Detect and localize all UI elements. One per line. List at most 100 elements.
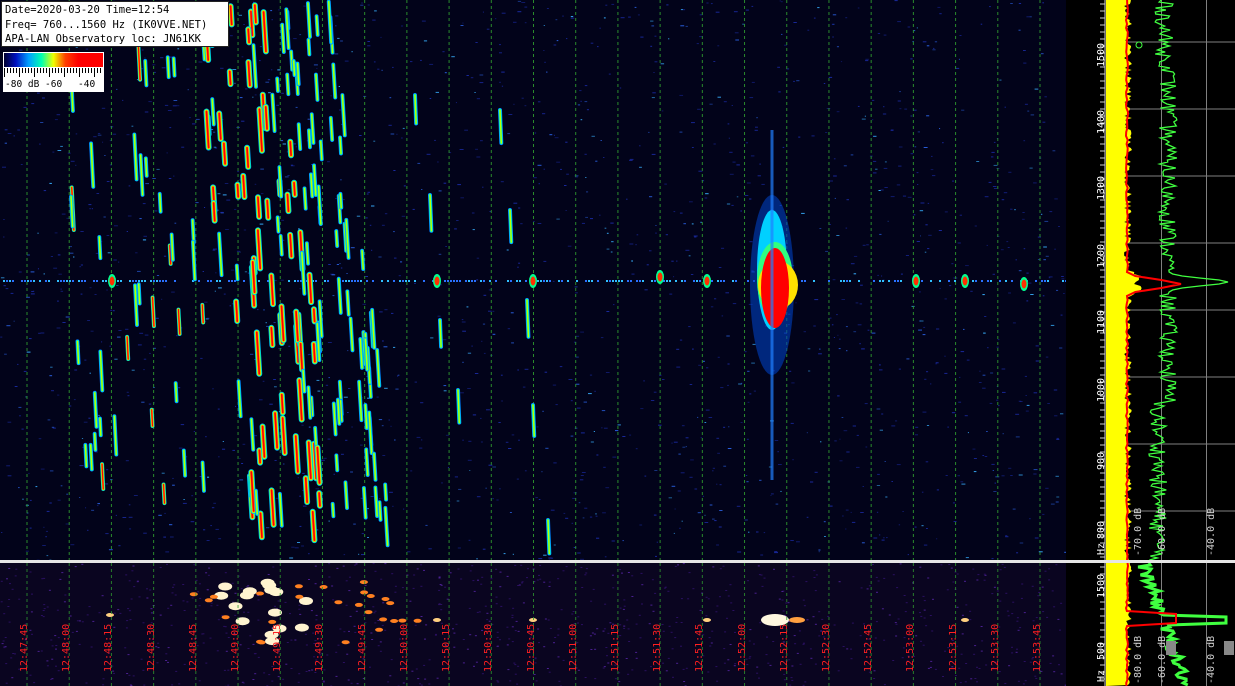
noise-speck: [640, 408, 644, 410]
noise-speck: [586, 109, 589, 111]
noise-speck: [878, 190, 881, 191]
noise-speck: [343, 396, 348, 398]
overview-noise: [1, 643, 4, 645]
overview-noise: [557, 656, 560, 658]
overview-noise: [1035, 617, 1038, 619]
overview-noise: [730, 602, 733, 604]
overview-noise: [132, 565, 135, 567]
overview-noise: [207, 574, 210, 576]
noise-speck: [845, 528, 847, 530]
noise-speck: [276, 104, 280, 106]
noise-speck: [145, 183, 149, 185]
overview-noise: [420, 585, 423, 587]
noise-speck: [841, 299, 845, 300]
noise-speck: [1022, 218, 1025, 220]
noise-speck: [394, 257, 397, 259]
noise-speck: [204, 301, 208, 303]
noise-speck: [153, 387, 155, 388]
overview-noise: [29, 674, 32, 676]
noise-speck: [518, 207, 521, 209]
overview-noise: [539, 565, 542, 566]
noise-speck: [118, 261, 120, 263]
noise-speck: [505, 441, 509, 443]
carrier-dot: [234, 280, 236, 282]
noise-speck: [877, 33, 881, 34]
noise-speck: [106, 235, 110, 236]
noise-speck: [66, 493, 68, 495]
noise-speck: [639, 166, 642, 168]
overview-noise: [716, 680, 719, 682]
overview-noise: [1060, 602, 1063, 604]
noise-speck: [241, 463, 244, 464]
noise-speck: [37, 92, 40, 94]
noise-speck: [966, 359, 970, 361]
noise-speck: [1001, 475, 1005, 477]
carrier-dot: [813, 280, 815, 282]
noise-speck: [864, 115, 866, 117]
noise-speck: [814, 471, 818, 473]
overview-noise: [257, 656, 260, 658]
noise-speck: [168, 178, 172, 179]
overview-noise: [557, 634, 560, 636]
overview-noise: [787, 602, 790, 604]
overview-noise: [0, 601, 3, 603]
noise-speck: [190, 521, 195, 523]
noise-speck: [328, 264, 331, 265]
overview-noise: [372, 606, 375, 608]
noise-speck: [916, 241, 920, 242]
noise-speck: [688, 326, 691, 328]
noise-speck: [873, 172, 877, 174]
noise-speck: [492, 333, 496, 335]
overview-noise: [1005, 592, 1008, 594]
noise-speck: [488, 464, 493, 466]
overview-noise: [925, 625, 928, 627]
noise-speck: [217, 193, 221, 195]
noise-speck: [910, 115, 913, 117]
overview-noise: [602, 630, 605, 632]
overview-noise: [619, 569, 622, 571]
noise-speck: [1033, 469, 1038, 471]
noise-speck: [673, 276, 675, 278]
noise-speck: [367, 4, 370, 6]
overview-noise: [8, 599, 11, 600]
frequency-label: 1200: [1096, 243, 1107, 268]
overview-noise: [196, 609, 199, 611]
noise-speck: [682, 9, 686, 11]
overview-noise: [756, 666, 759, 668]
noise-speck: [73, 256, 75, 258]
noise-speck: [293, 143, 296, 145]
overview-noise: [993, 586, 996, 588]
streak-mark: [307, 39, 311, 56]
noise-speck: [939, 13, 942, 15]
carrier-dot: [549, 280, 551, 282]
noise-speck: [891, 425, 896, 427]
overview-noise: [245, 586, 248, 588]
overview-noise: [758, 677, 760, 679]
overview-noise: [5, 663, 8, 665]
overview-noise: [14, 575, 17, 577]
noise-speck: [70, 544, 75, 546]
noise-speck: [884, 461, 886, 462]
noise-speck: [462, 439, 464, 441]
noise-speck: [843, 430, 848, 432]
noise-speck: [836, 111, 840, 113]
noise-speck: [720, 387, 724, 389]
noise-speck: [1042, 295, 1045, 297]
streak-mark: [236, 183, 240, 198]
noise-speck: [336, 264, 339, 265]
noise-speck: [270, 69, 273, 71]
carrier-dot: [981, 280, 983, 282]
overview-noise: [469, 634, 472, 636]
noise-speck: [845, 17, 848, 19]
noise-speck: [546, 71, 548, 73]
overview-noise: [593, 633, 596, 635]
noise-speck: [445, 434, 449, 436]
noise-speck: [0, 277, 5, 279]
carrier-dot: [990, 280, 992, 282]
carrier-dot: [141, 280, 143, 282]
noise-speck: [606, 248, 610, 250]
overview-noise: [558, 680, 561, 682]
noise-speck: [28, 338, 32, 340]
noise-speck: [114, 358, 118, 360]
noise-speck: [23, 106, 27, 108]
